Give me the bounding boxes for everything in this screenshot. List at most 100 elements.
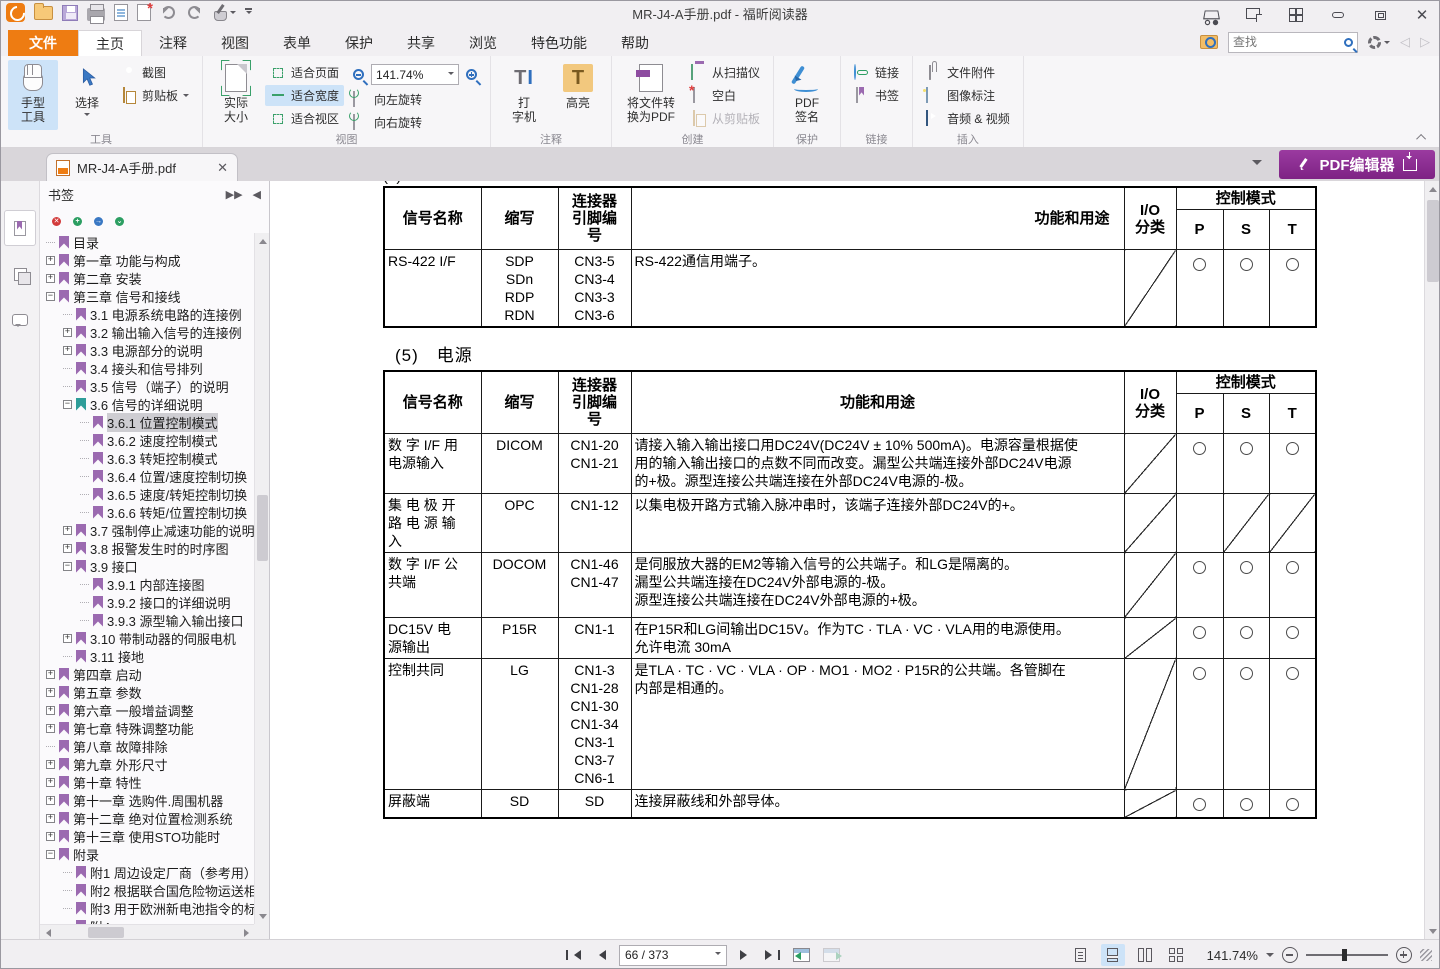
zoom-level-combo[interactable]: 141.74% bbox=[371, 64, 459, 85]
previous-page-button[interactable] bbox=[594, 950, 606, 960]
bookmarks-vertical-scrollbar[interactable] bbox=[254, 233, 269, 924]
bookmark-expander[interactable]: + bbox=[46, 670, 55, 679]
bookmark-expander[interactable]: − bbox=[46, 850, 55, 859]
save-icon[interactable] bbox=[62, 5, 78, 21]
zoom-in-icon[interactable] bbox=[466, 69, 477, 80]
bookmark-expander[interactable]: − bbox=[63, 562, 72, 571]
bookmark-item[interactable]: 附1 周边设定厂商（参考用） bbox=[40, 863, 254, 881]
bookmark-item[interactable]: +第一章 功能与构成 bbox=[40, 251, 254, 269]
single-page-layout-button[interactable] bbox=[1069, 944, 1093, 966]
highlight-button[interactable]: T 高亮 bbox=[553, 60, 603, 130]
create-document-icon[interactable] bbox=[137, 4, 151, 21]
layout-grid-icon[interactable] bbox=[1286, 6, 1306, 24]
zoom-slider[interactable] bbox=[1306, 948, 1388, 962]
bookmark-expander[interactable]: + bbox=[63, 526, 72, 535]
collapse-ribbon-button[interactable] bbox=[1414, 131, 1430, 143]
search-input[interactable] bbox=[1233, 35, 1344, 49]
panel-expand-icon[interactable]: ▶▶ bbox=[226, 188, 243, 201]
bookmark-item[interactable]: +第十章 特性 bbox=[40, 773, 254, 791]
actual-size-button[interactable]: 实际 大小 bbox=[211, 60, 261, 130]
document-vertical-scrollbar[interactable] bbox=[1424, 181, 1440, 939]
bookmark-expander[interactable]: + bbox=[46, 796, 55, 805]
bookmark-expander[interactable]: + bbox=[46, 274, 55, 283]
menu-tab-3[interactable]: 视图 bbox=[204, 30, 266, 56]
panel-collapse-icon[interactable]: ◀ bbox=[253, 188, 261, 201]
clipboard-button[interactable]: 剪贴板 bbox=[116, 85, 194, 106]
bookmark-item[interactable]: +第十一章 选购件.周围机器 bbox=[40, 791, 254, 809]
bookmark-item[interactable]: 3.6.6 转矩/位置控制切换 bbox=[40, 503, 254, 521]
menu-tab-7[interactable]: 浏览 bbox=[452, 30, 514, 56]
bookmark-item[interactable]: 3.9.3 源型输入输出接口 bbox=[40, 611, 254, 629]
bookmark-item[interactable]: +第五章 参数 bbox=[40, 683, 254, 701]
from-scanner-button[interactable]: 从扫描仪 bbox=[686, 62, 765, 83]
bookmark-item[interactable]: 目录 bbox=[40, 233, 254, 251]
zoom-dropdown-icon[interactable] bbox=[1266, 953, 1274, 961]
menu-tab-5[interactable]: 保护 bbox=[328, 30, 390, 56]
bookmark-expander[interactable]: + bbox=[46, 724, 55, 733]
last-page-button[interactable] bbox=[765, 950, 780, 960]
layers-panel-toggle[interactable] bbox=[5, 257, 35, 291]
menu-tab-4[interactable]: 表单 bbox=[266, 30, 328, 56]
bookmark-item[interactable]: +第六章 一般增益调整 bbox=[40, 701, 254, 719]
menu-tab-0[interactable]: 文件 bbox=[8, 30, 78, 56]
bookmark-item[interactable]: 附3 用于欧洲新电池指令的标 bbox=[40, 899, 254, 917]
scrollbar-thumb[interactable] bbox=[88, 927, 124, 938]
bookmark-expander[interactable]: − bbox=[63, 400, 72, 409]
bookmark-item[interactable]: +3.2 输出输入信号的连接例 bbox=[40, 323, 254, 341]
bookmark-item[interactable]: +第十二章 绝对位置检测系统 bbox=[40, 809, 254, 827]
maximize-button[interactable] bbox=[1370, 6, 1390, 24]
zoom-slider-thumb[interactable] bbox=[1342, 949, 1347, 961]
bookmark-item[interactable]: 3.6.3 转矩控制模式 bbox=[40, 449, 254, 467]
zoom-in-button[interactable] bbox=[1396, 947, 1412, 963]
bookmark-expander[interactable]: + bbox=[63, 634, 72, 643]
bookmark-item[interactable]: +第十三章 使用STO功能时 bbox=[40, 827, 254, 845]
bookmark-item[interactable]: 3.9.1 内部连接图 bbox=[40, 575, 254, 593]
search-options-gear-icon[interactable] bbox=[1368, 36, 1390, 49]
fit-page-button[interactable]: 适合页面 bbox=[265, 62, 344, 83]
share-icon[interactable] bbox=[1244, 6, 1264, 24]
menu-tab-2[interactable]: 注释 bbox=[142, 30, 204, 56]
next-view-button[interactable] bbox=[823, 948, 840, 962]
bookmark-expander[interactable]: + bbox=[46, 706, 55, 715]
fit-width-button[interactable]: 适合宽度 bbox=[265, 85, 344, 106]
next-page-button[interactable] bbox=[740, 950, 752, 960]
bookmark-item[interactable]: +第四章 启动 bbox=[40, 665, 254, 683]
menu-tab-8[interactable]: 特色功能 bbox=[514, 30, 604, 56]
typewriter-button[interactable]: TI 打 字机 bbox=[499, 60, 549, 130]
find-previous-icon[interactable]: ◁ bbox=[1400, 34, 1410, 50]
snapshot-button[interactable]: 截图 bbox=[116, 62, 194, 83]
pdf-editor-button[interactable]: PDF编辑器 bbox=[1279, 150, 1435, 179]
convert-to-pdf-button[interactable]: 将文件转 换为PDF bbox=[620, 60, 682, 130]
find-next-icon[interactable]: ▷ bbox=[1420, 34, 1430, 50]
bookmark-item[interactable]: +第七章 特殊调整功能 bbox=[40, 719, 254, 737]
bookmark-button[interactable]: 书签 bbox=[849, 85, 904, 106]
bookmark-item[interactable]: 3.6.5 速度/转矩控制切换 bbox=[40, 485, 254, 503]
rotate-left-button[interactable]: 向左旋转 bbox=[348, 89, 482, 110]
pdf-page-view[interactable]: (4) 信号名称缩写连接器 引脚编 号功能和用途I/O 分类控制模式PSTRS-… bbox=[270, 181, 1424, 939]
bookmark-item[interactable]: +3.8 报警发生时的时序图 bbox=[40, 539, 254, 557]
facing-layout-button[interactable] bbox=[1133, 944, 1157, 966]
pdf-sign-button[interactable]: PDF 签名 bbox=[782, 60, 832, 130]
audio-video-button[interactable]: 音频 & 视频 bbox=[921, 108, 1015, 129]
bookmark-expander[interactable]: + bbox=[46, 760, 55, 769]
bookmark-item[interactable]: 3.6.2 速度控制模式 bbox=[40, 431, 254, 449]
sign-tool-icon[interactable] bbox=[212, 5, 236, 21]
comments-panel-toggle[interactable] bbox=[5, 303, 35, 337]
bookmark-expander[interactable]: + bbox=[63, 328, 72, 337]
bookmark-item[interactable]: −3.6 信号的详细说明 bbox=[40, 395, 254, 413]
blank-page-button[interactable]: 空白 bbox=[686, 85, 765, 106]
bookmark-expander[interactable]: + bbox=[46, 832, 55, 841]
continuous-layout-button[interactable] bbox=[1101, 944, 1125, 966]
zoom-out-button[interactable] bbox=[1282, 947, 1298, 963]
page-number-combo[interactable]: 66 / 373 bbox=[619, 945, 727, 966]
bookmark-item[interactable]: 第八章 故障排除 bbox=[40, 737, 254, 755]
customize-qat-icon[interactable] bbox=[245, 8, 252, 17]
bookmark-item[interactable]: 3.5 信号（端子）的说明 bbox=[40, 377, 254, 395]
bookmark-expander[interactable]: + bbox=[46, 688, 55, 697]
from-clipboard-button[interactable]: 从剪贴板 bbox=[686, 108, 765, 129]
bookmark-expander[interactable]: + bbox=[63, 346, 72, 355]
menu-tab-1[interactable]: 主页 bbox=[78, 30, 142, 56]
redo-icon[interactable] bbox=[186, 4, 203, 21]
close-tab-icon[interactable]: ✕ bbox=[217, 160, 228, 176]
bookmark-item[interactable]: −附录 bbox=[40, 845, 254, 863]
